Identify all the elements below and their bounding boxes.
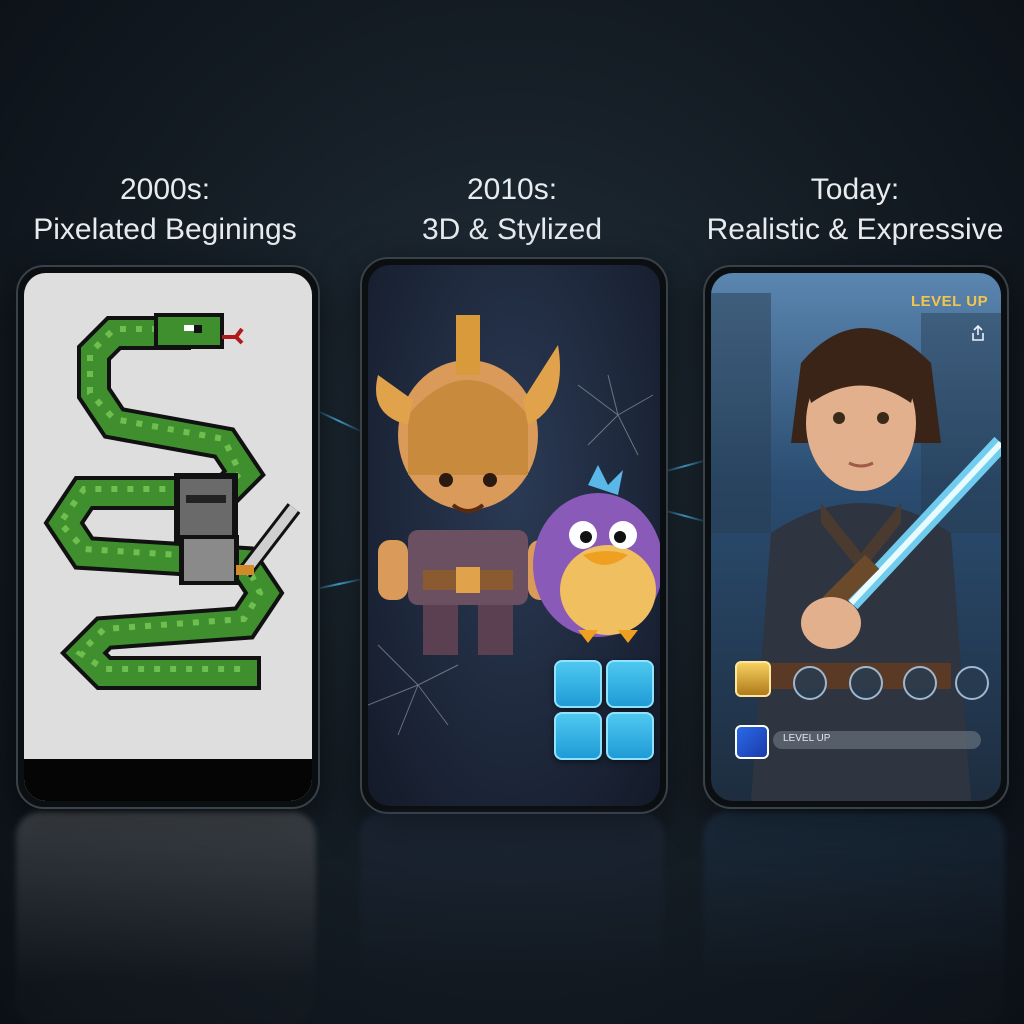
phone-modern-era: LEVEL UP LEVEL UP bbox=[703, 265, 1009, 809]
era-heading-2000s: 2000s: Pixelated Beginings bbox=[0, 170, 330, 250]
reflection-modern bbox=[703, 812, 1005, 1024]
level-progress-label: LEVEL UP bbox=[783, 733, 831, 744]
connector-line bbox=[317, 410, 361, 432]
era-title: 2010s: bbox=[466, 173, 558, 206]
era-subtitle: Pixelated Beginings bbox=[33, 213, 297, 246]
phone-screen bbox=[24, 273, 312, 801]
era-title: 2000s: bbox=[119, 173, 211, 206]
connector-line bbox=[664, 459, 706, 473]
gem-tile-button[interactable] bbox=[554, 660, 602, 708]
era-subtitle: Realistic & Expressive bbox=[706, 213, 1004, 246]
badge-tile-button[interactable] bbox=[606, 712, 654, 760]
phone-screen bbox=[368, 265, 660, 806]
shield-action-button[interactable] bbox=[903, 666, 937, 700]
share-icon[interactable] bbox=[971, 325, 985, 341]
pixel-bottom-bar bbox=[24, 759, 312, 801]
slash-action-button[interactable] bbox=[849, 666, 883, 700]
chest-tile-button[interactable] bbox=[554, 712, 602, 760]
phone-stylized-era bbox=[360, 257, 668, 814]
reflection-pixel bbox=[16, 812, 316, 1024]
era-heading-today: Today: Realistic & Expressive bbox=[690, 170, 1020, 250]
reflection-stylized bbox=[360, 812, 664, 1024]
orbs-tile-button[interactable] bbox=[606, 660, 654, 708]
app-logo-icon bbox=[735, 725, 769, 759]
connector-line bbox=[664, 509, 706, 523]
connector-line bbox=[316, 578, 362, 590]
era-title: Today: bbox=[810, 173, 900, 206]
pixel-snake-illustration bbox=[43, 313, 301, 690]
level-up-badge: LEVEL UP bbox=[911, 293, 989, 310]
plus-action-button[interactable] bbox=[955, 666, 989, 700]
era-heading-2010s: 2010s: 3D & Stylized bbox=[347, 170, 677, 250]
hero-character-illustration bbox=[711, 293, 1001, 801]
phone-pixel-era bbox=[16, 265, 320, 809]
phone-screen: LEVEL UP LEVEL UP bbox=[711, 273, 1001, 801]
grid-action-button[interactable] bbox=[793, 666, 827, 700]
era-subtitle: 3D & Stylized bbox=[421, 213, 603, 246]
trophy-button[interactable] bbox=[735, 661, 771, 697]
purple-bird-character bbox=[533, 465, 660, 643]
